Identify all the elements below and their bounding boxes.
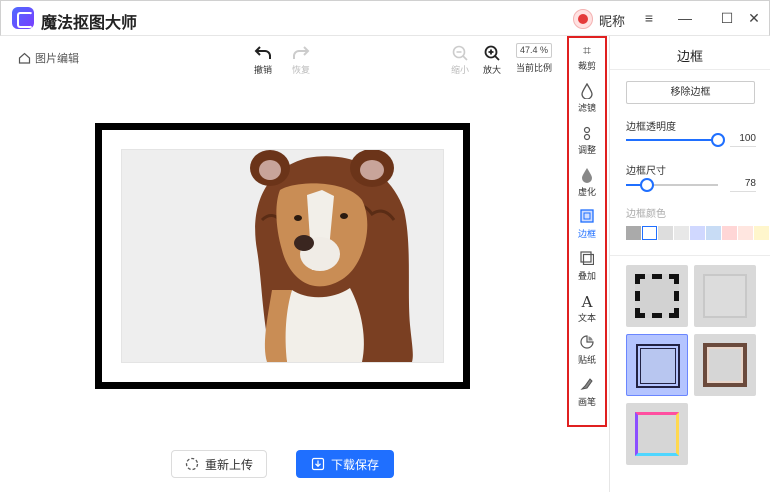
color-swatch[interactable] [754, 226, 769, 240]
tool-filter-label: 滤镜 [577, 103, 596, 113]
border-preset-film[interactable] [626, 265, 688, 327]
tool-brush[interactable]: 画笔 [569, 377, 605, 408]
tool-text-label: 文本 [577, 313, 596, 323]
overlay-icon [569, 251, 605, 269]
opacity-slider[interactable] [626, 133, 725, 147]
opacity-slider-knob[interactable] [711, 133, 725, 147]
app-logo-icon [12, 7, 34, 29]
size-label: 边框尺寸 [626, 166, 666, 177]
opacity-label: 边框透明度 [626, 122, 676, 133]
dog-photo [250, 150, 413, 362]
opacity-slider-fill [626, 139, 718, 141]
corner-frame-thumbnail [703, 274, 747, 318]
border-preset-wood[interactable] [694, 334, 756, 396]
size-slider[interactable] [626, 178, 718, 192]
tool-blur-label: 虚化 [577, 187, 596, 197]
tool-brush-label: 画笔 [577, 397, 596, 407]
zoom-out-label: 缩小 [450, 65, 469, 75]
sticker-icon [569, 335, 605, 353]
tool-crop[interactable]: ⌗ 裁剪 [569, 41, 605, 72]
redo-icon [293, 46, 310, 59]
border-preset-double[interactable] [626, 334, 688, 396]
brush-icon [569, 377, 605, 395]
reupload-label: 重新上传 [204, 457, 253, 472]
breadcrumb[interactable]: 图片编辑 [18, 50, 79, 66]
tool-overlay[interactable]: 叠加 [569, 251, 605, 282]
color-swatch[interactable] [642, 226, 657, 240]
tool-text[interactable]: A 文本 [569, 293, 605, 324]
border-preset-corners[interactable] [694, 265, 756, 327]
tool-adjust[interactable]: 调整 [569, 125, 605, 156]
undo-button[interactable]: 撤销 [243, 43, 283, 76]
refresh-icon [185, 457, 199, 471]
reupload-button[interactable]: 重新上传 [171, 450, 267, 478]
divider [610, 69, 770, 70]
zoom-ratio[interactable]: 47.4 % 当前比例 [511, 43, 557, 74]
tool-border[interactable]: 边框 [569, 209, 605, 240]
size-slider-knob[interactable] [640, 178, 655, 192]
tool-border-label: 边框 [577, 229, 596, 239]
tool-sticker[interactable]: 贴纸 [569, 335, 605, 366]
maximize-icon[interactable]: ☐ [716, 7, 738, 29]
zoom-in-label: 放大 [482, 65, 501, 75]
blur-icon [569, 167, 605, 185]
double-frame-thumbnail [636, 344, 680, 388]
tool-crop-label: 裁剪 [577, 61, 596, 71]
download-save-button[interactable]: 下载保存 [296, 450, 394, 478]
color-swatch[interactable] [626, 226, 641, 240]
redo-label: 恢复 [291, 65, 310, 75]
user-avatar[interactable] [573, 9, 593, 29]
image-frame[interactable] [95, 123, 470, 389]
breadcrumb-label: 图片编辑 [35, 53, 79, 65]
panel-title: 边框 [676, 49, 703, 64]
minimize-icon[interactable]: — [674, 7, 696, 29]
wood-frame-thumbnail [703, 343, 747, 387]
size-value[interactable]: 78 [730, 178, 756, 192]
border-settings-panel: 边框 移除边框 边框透明度 100 边框尺寸 78 边框颜色 [609, 36, 770, 492]
menu-icon[interactable]: ≡ [638, 7, 660, 29]
close-icon[interactable]: ✕ [743, 7, 765, 29]
download-save-label: 下载保存 [330, 457, 379, 472]
tool-overlay-label: 叠加 [577, 271, 596, 281]
zoom-ratio-label: 当前比例 [515, 63, 552, 73]
tool-blur[interactable]: 虚化 [569, 167, 605, 198]
color-swatch[interactable] [674, 226, 689, 240]
opacity-value[interactable]: 100 [730, 133, 756, 147]
color-swatches [626, 226, 769, 240]
border-preset-rainbow[interactable] [626, 403, 688, 465]
image-canvas[interactable] [122, 150, 443, 362]
remove-border-button[interactable]: 移除边框 [626, 81, 755, 104]
color-swatch[interactable] [658, 226, 673, 240]
film-frame-thumbnail [635, 274, 679, 318]
title-bar: 魔法抠图大师 昵称 ≡ — ☐ ✕ [0, 0, 770, 36]
color-swatch[interactable] [706, 226, 721, 240]
home-icon [18, 52, 31, 64]
tool-filter[interactable]: 滤镜 [569, 82, 605, 114]
download-icon [311, 457, 325, 471]
text-icon: A [581, 293, 593, 311]
zoom-value[interactable]: 47.4 % [516, 43, 552, 58]
user-nickname[interactable]: 昵称 [599, 11, 625, 30]
filter-drop-icon [569, 82, 605, 101]
redo-button[interactable]: 恢复 [281, 43, 321, 76]
undo-label: 撤销 [253, 65, 272, 75]
zoom-out-icon [452, 45, 468, 61]
edit-tool-strip: ⌗ 裁剪 滤镜 调整 虚化 边框 叠加 A 文本 贴纸 画笔 [567, 36, 607, 427]
adjust-icon [569, 125, 605, 143]
zoom-in-button[interactable]: 放大 [472, 43, 512, 76]
border-icon [569, 209, 605, 227]
tool-sticker-label: 贴纸 [577, 355, 596, 365]
color-swatch[interactable] [690, 226, 705, 240]
app-title: 魔法抠图大师 [41, 15, 138, 32]
tool-adjust-label: 调整 [577, 145, 596, 155]
undo-icon [254, 46, 271, 59]
crop-icon: ⌗ [583, 42, 591, 58]
color-swatch[interactable] [738, 226, 753, 240]
zoom-in-icon [484, 45, 500, 61]
rainbow-frame-thumbnail [635, 412, 679, 456]
color-swatch[interactable] [722, 226, 737, 240]
color-label: 边框颜色 [626, 209, 666, 220]
divider [610, 255, 770, 256]
